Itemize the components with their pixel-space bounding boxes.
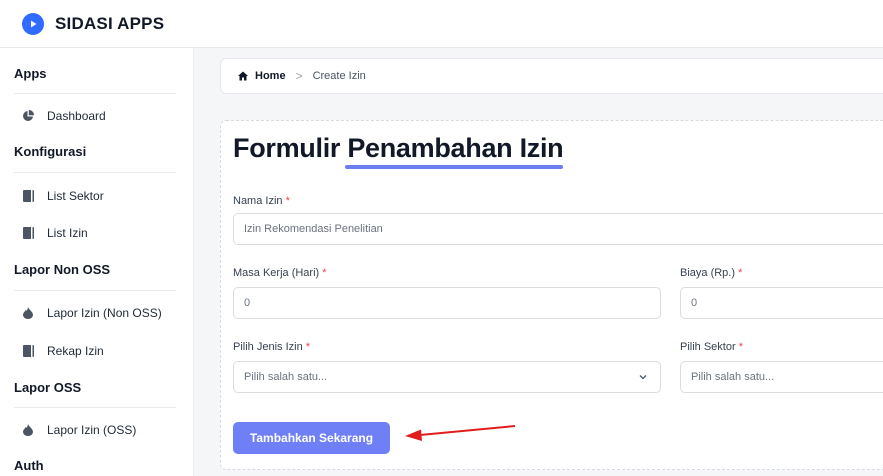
required-mark: * — [285, 195, 290, 207]
app-title: SIDASI APPS — [55, 13, 165, 33]
page-title-highlight: Penambahan Izin — [347, 133, 564, 163]
jenis-izin-placeholder: Pilih salah satu... — [244, 371, 328, 383]
nama-izin-label: Nama Izin * — [233, 195, 290, 207]
sektor-select[interactable]: Pilih salah satu... — [680, 361, 883, 393]
sidebar-item-rekap-izin[interactable]: Rekap Izin — [22, 341, 104, 361]
jenis-izin-label: Pilih Jenis Izin * — [233, 341, 311, 353]
home-icon — [238, 71, 248, 81]
sidebar-item-list-izin[interactable]: List Izin — [22, 223, 88, 243]
book-icon — [22, 345, 34, 357]
required-mark: * — [322, 267, 327, 279]
sidebar-item-list-sektor[interactable]: List Sektor — [22, 186, 104, 206]
sidebar-divider — [14, 407, 176, 408]
breadcrumb-current: Create Izin — [312, 70, 366, 82]
title-underline — [345, 165, 563, 169]
sidebar-divider — [14, 290, 176, 291]
book-icon — [22, 190, 34, 202]
sidebar-item-label: Dashboard — [47, 109, 106, 123]
jenis-izin-select[interactable]: Pilih salah satu... — [233, 361, 661, 393]
sektor-label: Pilih Sektor * — [680, 341, 743, 353]
sidebar-item-lapor-izin-non-oss[interactable]: Lapor Izin (Non OSS) — [22, 303, 162, 323]
sidebar-item-label: List Izin — [47, 226, 88, 240]
breadcrumb-separator: > — [295, 69, 303, 83]
sidebar-item-lapor-izin-oss[interactable]: Lapor Izin (OSS) — [22, 420, 136, 440]
sidebar-section-apps: Apps — [14, 66, 47, 81]
breadcrumb-home-label: Home — [255, 70, 286, 82]
play-logo-icon — [22, 12, 44, 35]
masa-kerja-placeholder: 0 — [244, 297, 251, 309]
sidebar-section-konfigurasi: Konfigurasi — [14, 144, 87, 159]
required-mark: * — [738, 341, 743, 353]
tambahkan-sekarang-button[interactable]: Tambahkan Sekarang — [233, 422, 390, 454]
pie-chart-icon — [22, 110, 34, 122]
sidebar-divider — [14, 172, 176, 173]
biaya-placeholder: 0 — [691, 297, 698, 309]
top-bar: SIDASI APPS — [0, 0, 883, 48]
page-title-plain: Formulir — [233, 133, 348, 163]
sidebar-item-label: Lapor Izin (OSS) — [47, 423, 137, 437]
biaya-input[interactable]: 0 — [680, 287, 883, 319]
sektor-placeholder: Pilih salah satu... — [691, 371, 775, 383]
sidebar-item-label: List Sektor — [47, 189, 104, 203]
sidebar-section-auth: Auth — [14, 458, 44, 473]
required-mark: * — [738, 267, 743, 279]
book-icon — [22, 227, 34, 239]
biaya-label: Biaya (Rp.) * — [680, 267, 743, 279]
sidebar: Apps Dashboard Konfigurasi List Sektor L… — [0, 48, 194, 476]
fire-icon — [22, 424, 34, 436]
nama-izin-placeholder: Izin Rekomendasi Penelitian — [244, 223, 383, 235]
sidebar-item-label: Lapor Izin (Non OSS) — [47, 306, 162, 320]
sidebar-section-lapor-non-oss: Lapor Non OSS — [14, 262, 111, 277]
required-mark: * — [305, 341, 311, 353]
fire-icon — [22, 307, 34, 319]
chevron-down-icon — [638, 372, 648, 385]
masa-kerja-input[interactable]: 0 — [233, 287, 661, 319]
breadcrumb-home[interactable]: Home — [238, 70, 286, 82]
sidebar-section-lapor-oss: Lapor OSS — [14, 380, 82, 395]
nama-izin-input[interactable]: Izin Rekomendasi Penelitian — [233, 213, 883, 245]
page-title: Formulir Penambahan Izin — [233, 133, 564, 164]
breadcrumb: Home > Create Izin — [220, 58, 883, 94]
sidebar-divider — [14, 93, 176, 94]
masa-kerja-label: Masa Kerja (Hari) * — [233, 267, 327, 279]
sidebar-item-label: Rekap Izin — [47, 344, 104, 358]
sidebar-item-dashboard[interactable]: Dashboard — [22, 106, 106, 126]
